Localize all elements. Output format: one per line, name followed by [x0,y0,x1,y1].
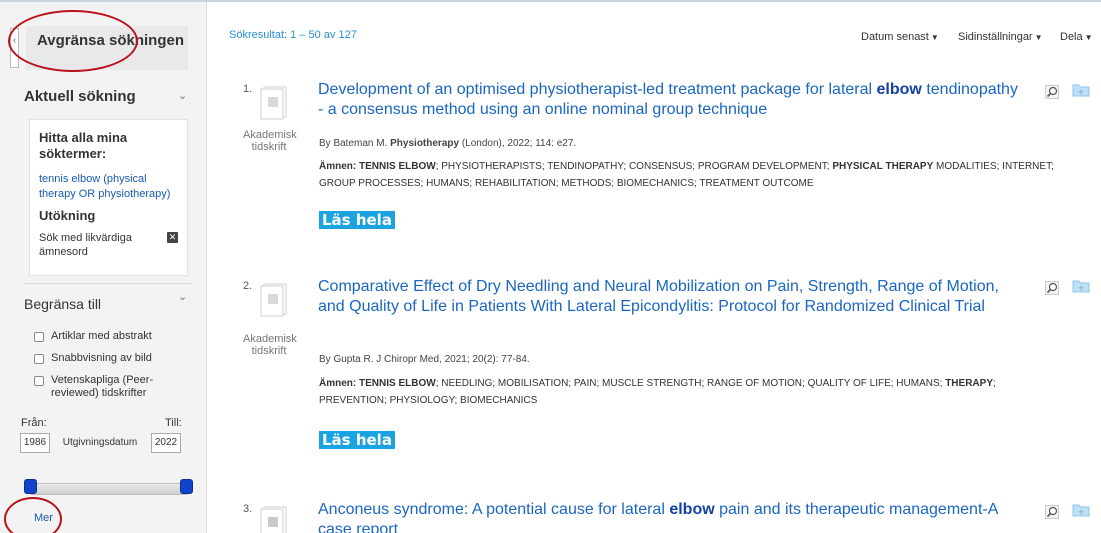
search-query-link[interactable]: tennis elbow (physical therapy OR physio… [39,172,179,202]
current-search-title[interactable]: Aktuell sökning [24,88,136,105]
subjects-text: TENNIS ELBOW; NEEDLING; MOBILISATION; PA… [319,378,996,406]
svg-text:+: + [1078,88,1085,97]
subjects-label: Ämnen: [319,161,357,172]
author: By Bateman M. [319,138,388,149]
collapse-arrow-icon[interactable]: ‹ [10,28,19,68]
sidebar-header: Avgränsa sökningen [26,26,188,70]
expansion-heading: Utökning [39,208,96,223]
to-year-input[interactable]: 2022 [151,433,181,453]
share-label: Dela [1060,31,1083,43]
expansion-item: Sök med likvärdiga ämnesord ✕ [39,231,179,259]
document-icon[interactable] [258,283,288,318]
magnifier-icon[interactable] [1045,85,1059,99]
citation: (London), 2022; 114: e27. [459,138,577,149]
caret-down-icon: ▼ [1034,33,1043,42]
document-icon[interactable] [258,86,288,121]
limit-option-label: Snabbvisning av bild [51,352,152,364]
checkbox[interactable] [34,376,44,386]
subjects-text: TENNIS ELBOW; PHYSIOTHERAPISTS; TENDINOP… [319,161,1054,189]
result-citation: By Bateman M. Physiotherapy (London), 20… [319,138,576,149]
result-number: 2. [243,280,253,292]
magnifier-icon[interactable] [1045,281,1059,295]
result-number: 3. [243,503,253,515]
from-label: Från: [21,417,47,429]
magnifier-icon[interactable] [1045,505,1059,519]
checkbox[interactable] [34,354,44,364]
caret-down-icon: ▼ [1084,33,1093,42]
divider [24,283,192,284]
chevron-down-icon[interactable]: ⌄ [178,290,187,303]
document-type: Akademisk tidskrift [243,333,297,357]
result-title-link[interactable]: Anconeus syndrome: A potential cause for… [318,500,998,533]
folder-add-icon[interactable]: + [1072,503,1090,517]
slider-handle-from[interactable] [24,479,37,494]
limit-option-label: Vetenskapliga (Peer-reviewed) tidskrifte… [51,374,154,399]
folder-add-icon[interactable]: + [1072,279,1090,293]
author: By Gupta R. J Chiropr Med, 2021; 20(2): … [319,354,530,365]
title-text: Comparative Effect of Dry Needling and N… [318,278,999,315]
expansion-item-label: Sök med likvärdiga ämnesord [39,232,132,258]
full-text-button[interactable]: Läs hela [319,431,395,449]
find-all-heading: Hitta alla mina söktermer: [39,130,128,161]
results-count: Sökresultat: 1 – 50 av 127 [229,29,357,41]
range-field-label: Utgivningsdatum [62,437,138,448]
sidebar: ‹ Avgränsa sökningen Aktuell sökning ⌄ H… [0,2,207,533]
subjects-label: Ämnen: [319,378,357,389]
svg-text:+: + [1078,508,1085,517]
title-text: Development of an optimised physiotherap… [318,81,877,98]
share-dropdown[interactable]: Dela ▼ [1060,31,1093,43]
date-slider-track[interactable] [30,483,188,495]
checkbox[interactable] [34,332,44,342]
page-options-label: Sidinställningar [958,31,1033,43]
document-icon[interactable] [258,506,288,533]
limit-title[interactable]: Begränsa till [24,296,101,312]
from-year-input[interactable]: 1986 [20,433,50,453]
result-subjects: Ämnen: TENNIS ELBOW; NEEDLING; MOBILISAT… [319,375,1059,409]
page-options-dropdown[interactable]: Sidinställningar ▼ [958,31,1043,43]
title-highlight: elbow [876,81,922,98]
current-search-box: Hitta alla mina söktermer: tennis elbow … [29,119,188,276]
to-label: Till: [165,417,182,429]
title-text: Anconeus syndrome: A potential cause for… [318,501,670,518]
close-icon[interactable]: ✕ [167,232,178,243]
svg-text:+: + [1078,284,1085,293]
slider-handle-to[interactable] [180,479,193,494]
result-subjects: Ämnen: TENNIS ELBOW; PHYSIOTHERAPISTS; T… [319,158,1059,192]
result-title-link[interactable]: Development of an optimised physiotherap… [318,80,1018,120]
result-number: 1. [243,83,253,95]
journal: Physiotherapy [390,138,460,149]
limit-option-label: Artiklar med abstrakt [51,330,152,342]
result-citation: By Gupta R. J Chiropr Med, 2021; 20(2): … [319,354,530,365]
caret-down-icon: ▼ [930,33,939,42]
folder-add-icon[interactable]: + [1072,83,1090,97]
chevron-down-icon[interactable]: ⌄ [178,89,187,102]
sort-dropdown[interactable]: Datum senast ▼ [861,31,939,43]
more-link[interactable]: Mer [34,512,53,524]
document-type: Akademisk tidskrift [243,129,297,153]
full-text-button[interactable]: Läs hela [319,211,395,229]
sort-label: Datum senast [861,31,929,43]
title-highlight: elbow [669,501,715,518]
result-title-link[interactable]: Comparative Effect of Dry Needling and N… [318,277,1013,317]
